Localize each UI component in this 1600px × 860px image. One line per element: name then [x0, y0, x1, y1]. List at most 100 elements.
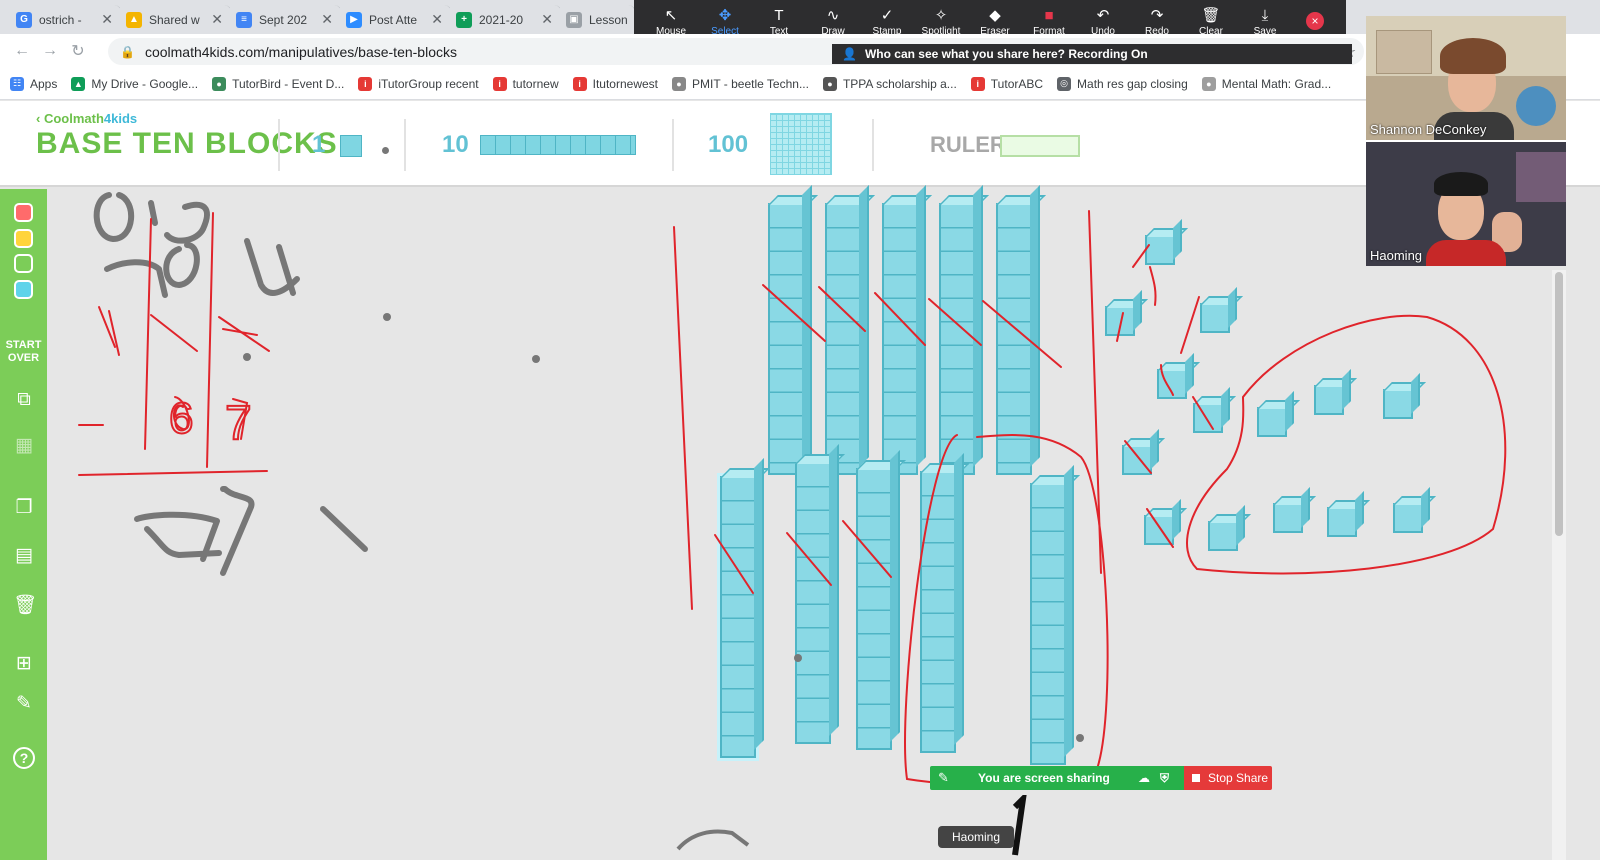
- unit-cube[interactable]: [1157, 369, 1187, 399]
- unit-cube[interactable]: [1257, 407, 1287, 437]
- unit-cube[interactable]: [1105, 306, 1135, 336]
- unit-cube[interactable]: [1383, 389, 1413, 419]
- bookmark-tppa[interactable]: ● TPPA scholarship a...: [822, 76, 957, 91]
- help-icon[interactable]: ?: [13, 747, 35, 769]
- tab-sept[interactable]: ≡ Sept 202 ✕: [228, 5, 342, 34]
- ten-rod[interactable]: [795, 462, 831, 744]
- close-tab-icon[interactable]: ✕: [321, 11, 333, 28]
- unit-cube[interactable]: [1193, 403, 1223, 433]
- screen-sharing-bar[interactable]: ✎ You are screen sharing ☁ ⛨: [930, 766, 1184, 790]
- ten-rod[interactable]: [768, 203, 804, 475]
- bookmark-mental-math[interactable]: ● Mental Math: Grad...: [1201, 76, 1332, 91]
- unit-cube[interactable]: [1273, 503, 1303, 533]
- itutor-icon: i: [970, 76, 985, 91]
- ruler-button[interactable]: [1000, 135, 1080, 157]
- block-workspace[interactable]: 6 7: [47, 189, 1600, 860]
- vertical-scrollbar[interactable]: [1552, 270, 1566, 860]
- scrollbar-thumb[interactable]: [1555, 272, 1563, 536]
- bookmark-label: Apps: [30, 76, 58, 91]
- unit-cube[interactable]: [1314, 385, 1344, 415]
- rotate-grid-icon[interactable]: ▤: [13, 545, 35, 567]
- bookmark-tutorbird[interactable]: ● TutorBird - Event D...: [212, 76, 345, 91]
- ten-rod[interactable]: [996, 203, 1032, 475]
- ten-rod[interactable]: [825, 203, 861, 475]
- block-one-label: 1: [312, 131, 326, 158]
- back-icon[interactable]: ←: [8, 37, 36, 65]
- close-tab-icon[interactable]: ✕: [211, 11, 223, 28]
- ten-rod-button[interactable]: [480, 135, 636, 155]
- zoom-share-notice[interactable]: 👤 Who can see what you share here? Recor…: [832, 44, 1352, 64]
- tab-post-attendance[interactable]: ▶ Post Atte ✕: [338, 5, 452, 34]
- select-icon: ✥: [718, 6, 732, 24]
- duplicate-icon[interactable]: ❐: [13, 497, 35, 519]
- video-tile-haoming[interactable]: Haoming: [1366, 142, 1566, 266]
- close-tab-icon[interactable]: ✕: [431, 11, 443, 28]
- tab-shared[interactable]: ▲ Shared w ✕: [118, 5, 232, 34]
- swatch-white[interactable]: [14, 254, 33, 273]
- close-tab-icon[interactable]: ✕: [541, 11, 553, 28]
- bookmark-apps[interactable]: ☷ Apps: [10, 76, 58, 91]
- page-title: BASE TEN BLOCKS: [36, 127, 338, 160]
- start-over-button[interactable]: START OVER: [0, 339, 47, 365]
- logo-coolmath: Coolmath: [43, 111, 104, 126]
- tab-2021-20[interactable]: +2021-20 ✕: [448, 5, 562, 34]
- close-tab-icon[interactable]: ✕: [101, 11, 113, 28]
- stop-share-button[interactable]: Stop Share: [1184, 766, 1272, 790]
- tab-lessons[interactable]: ▣ Lessons: [558, 5, 636, 34]
- swatch-yellow[interactable]: [14, 229, 33, 248]
- tab-label: 2021-20: [479, 12, 524, 27]
- cursor-dot: [1076, 734, 1084, 742]
- bookmark-pmit[interactable]: ● PMIT - beetle Techn...: [672, 76, 809, 91]
- tab-label: Shared w: [149, 12, 200, 27]
- ten-rod[interactable]: [920, 471, 956, 753]
- add-blocks-icon[interactable]: ⊞: [13, 653, 35, 675]
- undo-icon: ↶: [1096, 6, 1110, 24]
- unit-cube[interactable]: [1327, 507, 1357, 537]
- trash-icon[interactable]: 🗑: [13, 595, 37, 617]
- forward-icon[interactable]: →: [36, 37, 64, 65]
- logo-kids: kids: [111, 111, 138, 126]
- ten-rod[interactable]: [856, 468, 892, 750]
- ten-rod[interactable]: [720, 476, 756, 758]
- pencil-icon[interactable]: ✎: [13, 693, 35, 715]
- pmit-icon: ●: [672, 76, 686, 91]
- tab-label: Post Atte: [369, 12, 418, 27]
- bookmark-label: TPPA scholarship a...: [842, 76, 957, 91]
- ten-rod[interactable]: [1030, 483, 1066, 765]
- bookmark-my-drive[interactable]: ▲ My Drive - Google...: [71, 76, 198, 91]
- bookmark-label: TutorBird - Event D...: [232, 76, 345, 91]
- svg-text:6: 6: [169, 394, 193, 443]
- tppa-icon: ●: [822, 76, 837, 91]
- swatch-blue[interactable]: [14, 280, 33, 299]
- ten-rod[interactable]: [882, 203, 918, 475]
- unit-cube[interactable]: [1200, 303, 1230, 333]
- bookmark-itutornewest[interactable]: i Itutornewest: [572, 76, 658, 91]
- swatch-red[interactable]: [14, 203, 33, 222]
- bookmark-label: Mental Math: Grad...: [1221, 76, 1332, 91]
- gray-handwriting: [93, 192, 368, 576]
- bookmark-tutorabc[interactable]: i TutorABC: [970, 76, 1043, 91]
- unit-cube[interactable]: [1393, 503, 1423, 533]
- bookmark-itutorgroup-recent[interactable]: i iTutorGroup recent: [358, 76, 479, 91]
- unit-cube[interactable]: [1208, 521, 1238, 551]
- stop-share-label: Stop Share: [1208, 771, 1269, 785]
- bookmark-tutornew[interactable]: i tutornew: [492, 76, 559, 91]
- ten-rod[interactable]: [939, 203, 975, 475]
- tab-ostrich[interactable]: Gostrich - ✕: [8, 5, 122, 34]
- unit-cube[interactable]: [1145, 235, 1175, 265]
- hundred-flat-button[interactable]: [770, 113, 832, 175]
- grid-icon[interactable]: ▦: [13, 435, 35, 457]
- unit-cube[interactable]: [1122, 445, 1152, 475]
- app-header: ‹ Coolmath4kids BASE TEN BLOCKS 1 10 100…: [0, 101, 1600, 187]
- drive-icon: ▲: [71, 76, 86, 91]
- reload-icon[interactable]: ↻: [64, 37, 92, 65]
- group-icon[interactable]: ⧉: [13, 389, 35, 411]
- bookmark-math-res[interactable]: ◎ Math res gap closing: [1057, 76, 1188, 91]
- close-annotation-icon[interactable]: ×: [1306, 12, 1324, 30]
- unit-block-button[interactable]: [340, 135, 362, 157]
- bookmark-label: tutornew: [512, 76, 559, 91]
- sharing-status: You are screen sharing: [978, 771, 1110, 785]
- unit-cube[interactable]: [1144, 515, 1174, 545]
- video-tile-shannon[interactable]: Shannon DeConkey: [1366, 16, 1566, 140]
- coolmath-back-link[interactable]: ‹ Coolmath4kids: [36, 111, 137, 126]
